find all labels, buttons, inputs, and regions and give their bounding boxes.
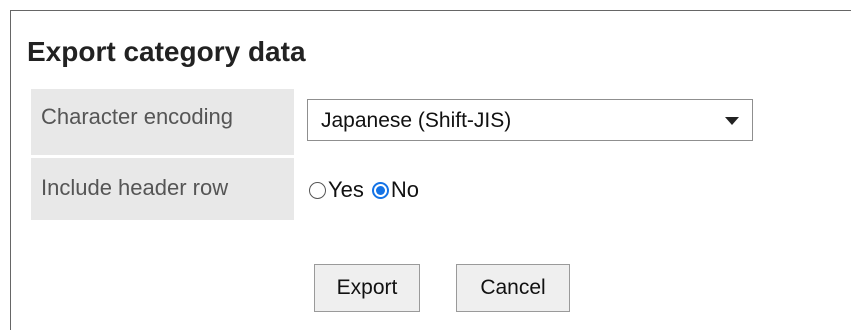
radio-yes-label: Yes	[328, 177, 364, 202]
encoding-select[interactable]: Japanese (Shift-JIS)	[307, 99, 753, 141]
radio-no-label: No	[390, 177, 420, 202]
export-button[interactable]: Export	[314, 264, 420, 312]
export-dialog: Export category data Character encoding …	[10, 10, 851, 330]
radio-no[interactable]	[371, 181, 389, 199]
header-row-radio-group: Yes No	[309, 175, 419, 205]
header-row-option-no[interactable]: No	[371, 177, 420, 203]
page-title: Export category data	[27, 36, 306, 67]
encoding-select-value: Japanese (Shift-JIS)	[321, 109, 512, 132]
header-row-option-yes[interactable]: Yes	[309, 177, 364, 203]
chevron-down-icon	[725, 117, 739, 125]
radio-yes[interactable]	[309, 181, 326, 199]
header-row-label: Include header row	[31, 158, 294, 220]
encoding-label: Character encoding	[31, 89, 294, 155]
cancel-button[interactable]: Cancel	[456, 264, 570, 312]
